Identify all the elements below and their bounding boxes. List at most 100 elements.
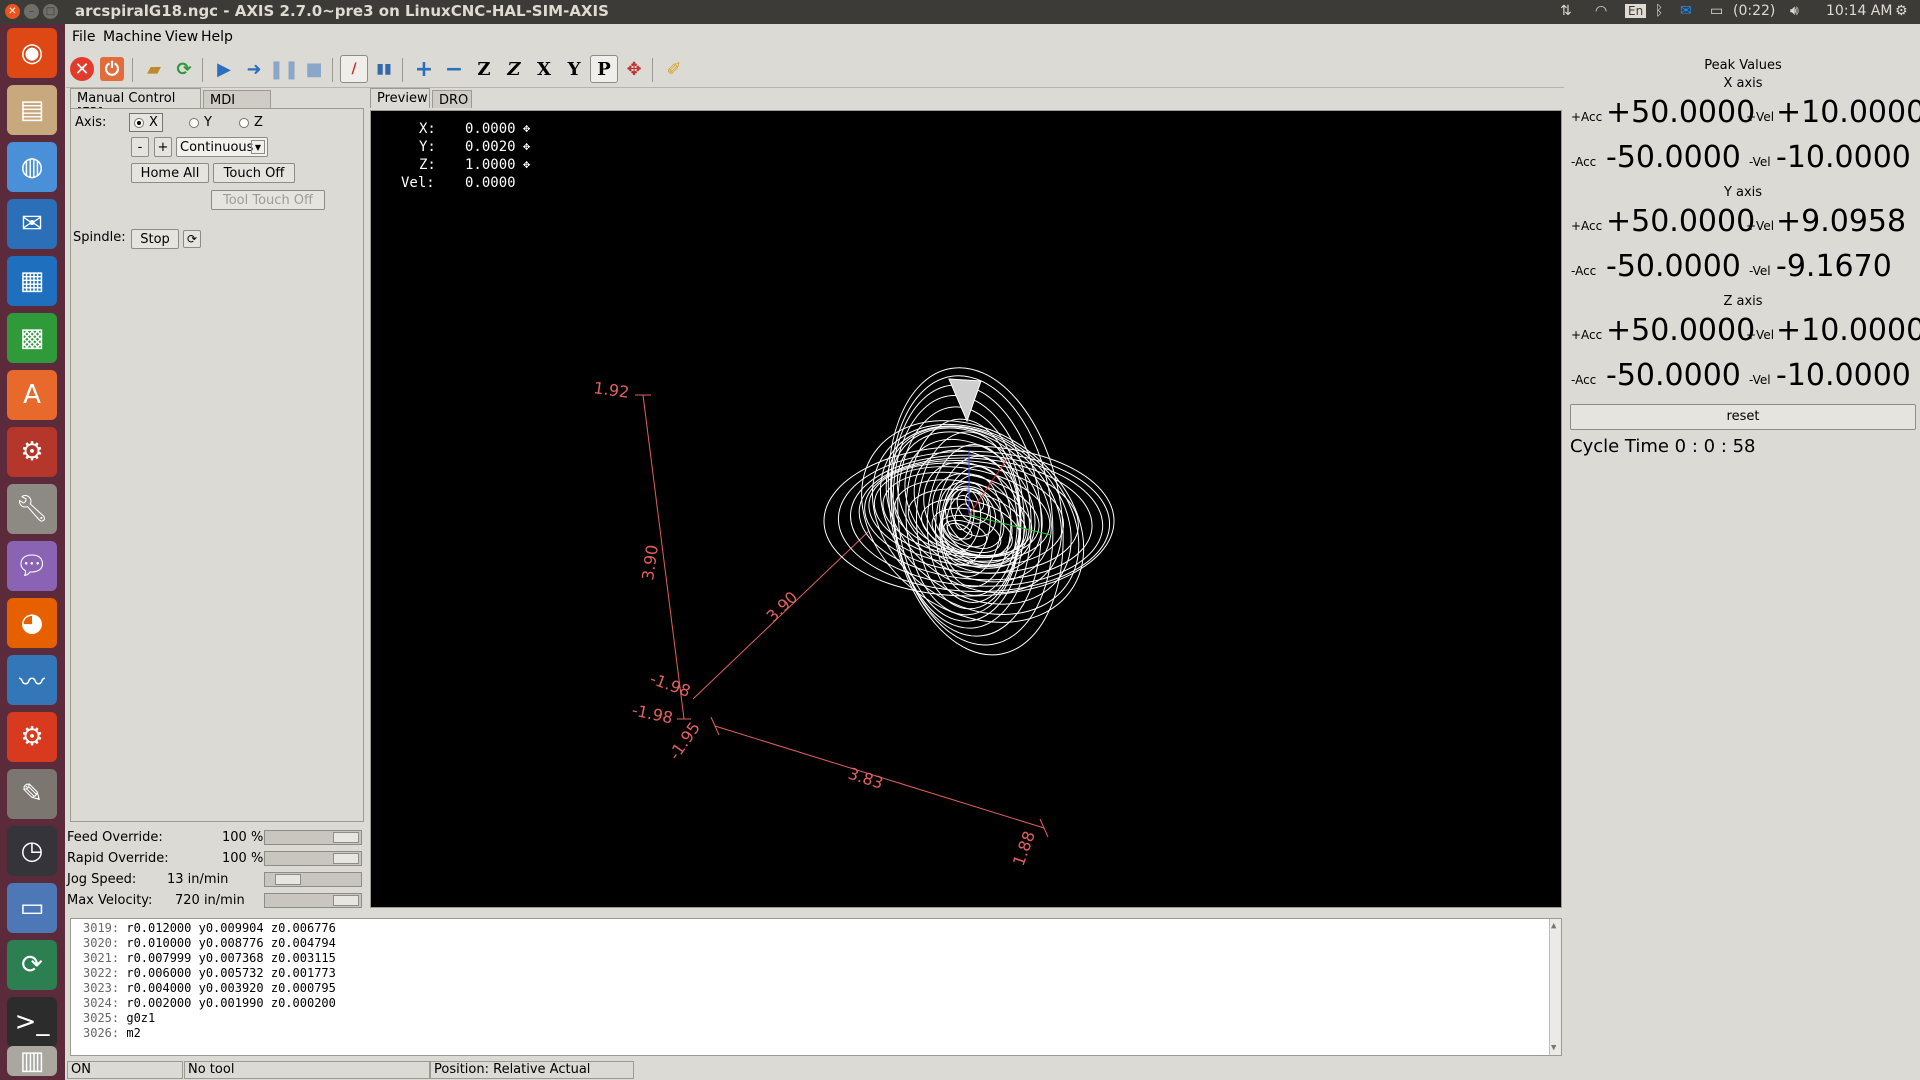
scroll-down-icon[interactable]: ▼ [1551, 1043, 1556, 1053]
bluetooth-icon[interactable]: ᛒ [1655, 3, 1663, 19]
rapid-override-slider[interactable] [264, 851, 362, 866]
freecad-icon[interactable]: ⚙ [7, 712, 57, 762]
spindle-direction-icon[interactable]: ⟳ [183, 230, 201, 248]
list-item[interactable]: 3023: r0.004000 y0.003920 z0.000795 [83, 981, 336, 995]
terminal-icon[interactable]: >_ [7, 997, 57, 1047]
trash-icon[interactable]: ▥ [7, 1046, 57, 1076]
jog-minus-button[interactable]: - [131, 137, 149, 157]
language-indicator[interactable]: En [1625, 4, 1647, 18]
writer-icon[interactable]: ▦ [7, 256, 57, 306]
preview-canvas[interactable]: X: 0.0000 Y: 0.0020 Z: 1.0000 Vel: 0.000… [370, 110, 1562, 908]
z-vel-plus-value: +10.0000 [1776, 313, 1920, 348]
zoom-in-icon[interactable]: + [410, 55, 438, 83]
remote-desktop-icon[interactable]: ▭ [7, 883, 57, 933]
block-delete-icon[interactable]: / [340, 55, 368, 83]
pidgin-icon[interactable]: 💬︎ [7, 541, 57, 591]
pause-icon[interactable]: ❚❚ [269, 55, 299, 83]
wifi-icon[interactable]: ◠ [1595, 3, 1607, 19]
clear-plot-icon[interactable]: ✐ [660, 55, 688, 83]
jog-mode-select[interactable]: Continuous ▼ [176, 137, 268, 157]
close-window-icon[interactable]: ✕ [5, 4, 20, 19]
x-acc-plus-value: +50.0000 [1606, 95, 1756, 130]
spindle-stop-button[interactable]: Stop [131, 229, 179, 249]
list-item[interactable]: 3025: g0z1 [83, 1011, 155, 1025]
slider-knob[interactable] [333, 895, 359, 906]
menu-machine[interactable]: Machine [103, 29, 162, 45]
view-z-rotated-icon[interactable]: Z [500, 55, 528, 83]
tool-touch-off-button[interactable]: Tool Touch Off [211, 190, 325, 210]
tab-preview[interactable]: Preview [370, 88, 430, 108]
list-item[interactable]: 3024: r0.002000 y0.001990 z0.000200 [83, 996, 336, 1010]
thunderbird-icon[interactable]: ✉ [7, 199, 57, 249]
list-item[interactable]: 3026: m2 [83, 1026, 141, 1040]
view-x-icon[interactable]: X [530, 55, 558, 83]
menu-view[interactable]: View [165, 29, 198, 45]
network-icon[interactable]: ⇅ [1560, 3, 1572, 19]
y-vel-minus-value: -9.1670 [1776, 249, 1892, 284]
max-velocity-slider[interactable] [264, 893, 362, 908]
volume-icon[interactable]: 🔊︎ [1790, 3, 1799, 19]
axis-radio-y[interactable]: Y [189, 115, 212, 130]
zoom-out-icon[interactable]: − [440, 55, 468, 83]
tab-mdi[interactable]: MDI [F5] [203, 90, 271, 123]
dash-home-icon[interactable]: ◉ [7, 28, 57, 78]
step-icon[interactable]: ➜ [240, 55, 268, 83]
mail-icon[interactable]: ✉ [1680, 3, 1692, 19]
reset-button[interactable]: reset [1570, 404, 1916, 430]
view-y-icon[interactable]: Y [560, 55, 588, 83]
maximize-window-icon[interactable]: □ [43, 4, 58, 19]
list-item[interactable]: 3022: r0.006000 y0.005732 z0.001773 [83, 966, 336, 980]
scroll-up-icon[interactable]: ▲ [1551, 921, 1556, 931]
power-icon[interactable]: ⏻ [100, 57, 124, 81]
menu-file[interactable]: File [72, 29, 95, 45]
reload-icon[interactable]: ⟳ [170, 55, 198, 83]
firefox-icon[interactable]: ◕ [7, 598, 57, 648]
toolpath-loop [892, 394, 1032, 629]
estop-icon[interactable]: ✕ [70, 57, 94, 81]
list-item[interactable]: 3021: r0.007999 y0.007368 z0.003115 [83, 951, 336, 965]
calc-icon[interactable]: ▩ [7, 313, 57, 363]
slider-knob[interactable] [333, 832, 359, 843]
linuxcnc-icon[interactable]: ✎ [7, 769, 57, 819]
feed-override-slider[interactable] [264, 830, 362, 845]
home-all-button[interactable]: Home All [131, 163, 209, 183]
scrollbar[interactable]: ▲ ▼ [1549, 919, 1561, 1055]
tab-dro[interactable]: DRO [432, 90, 472, 108]
software-center-icon[interactable]: A [7, 370, 57, 420]
system-tools-icon[interactable]: 🔧︎ [7, 484, 57, 534]
clock-app-icon[interactable]: ◷ [7, 826, 57, 876]
update-icon[interactable]: ⟳ [7, 940, 57, 990]
files-icon[interactable]: ▤ [7, 85, 57, 135]
jog-speed-slider[interactable] [264, 872, 362, 887]
battery-time[interactable]: (0:22) [1733, 3, 1775, 19]
x-end-label: 1.88 [1009, 828, 1039, 868]
chevron-down-icon: ▼ [251, 140, 265, 154]
list-item[interactable]: 3020: r0.010000 y0.008776 z0.004794 [83, 936, 336, 950]
view-z-icon[interactable]: Z [470, 55, 498, 83]
minimize-window-icon[interactable]: – [24, 4, 39, 19]
optional-stop-icon[interactable]: ▮▮ [370, 55, 398, 83]
slider-knob[interactable] [333, 853, 359, 864]
machine-state: ON [67, 1061, 183, 1079]
battery-icon[interactable]: ▭ [1710, 3, 1723, 19]
run-icon[interactable]: ▶ [210, 55, 238, 83]
open-file-icon[interactable]: ▰ [140, 55, 168, 83]
toolbar: ✕ ⏻ ▰ ⟳ ▶ ➜ ❚❚ ■ / ▮▮ + − Z Z X Y P ✥ ✐ [66, 52, 1564, 88]
axis-radio-z[interactable]: Z [239, 115, 263, 130]
monitor-icon[interactable]: 〰 [7, 655, 57, 705]
system-settings-icon[interactable]: ⚙ [7, 427, 57, 477]
jog-plus-button[interactable]: + [154, 137, 172, 157]
gcode-listing[interactable]: 3019: r0.012000 y0.009904 z0.006776 3020… [70, 918, 1562, 1056]
view-perspective-icon[interactable]: P [590, 55, 618, 83]
slider-knob[interactable] [275, 874, 302, 885]
touch-off-button[interactable]: Touch Off [213, 163, 295, 183]
list-item[interactable]: 3019: r0.012000 y0.009904 z0.006776 [83, 921, 336, 935]
tab-manual-control[interactable]: Manual Control [F3] [70, 88, 201, 121]
clock[interactable]: 10:14 AM [1826, 3, 1892, 19]
menu-help[interactable]: Help [201, 29, 233, 45]
stop-icon[interactable]: ■ [300, 55, 328, 83]
chromium-icon[interactable]: ◍ [7, 142, 57, 192]
axis-radio-x[interactable]: X [129, 113, 163, 132]
settings-gear-icon[interactable]: ⚙ [1895, 3, 1908, 19]
rotate-view-icon[interactable]: ✥ [620, 55, 648, 83]
